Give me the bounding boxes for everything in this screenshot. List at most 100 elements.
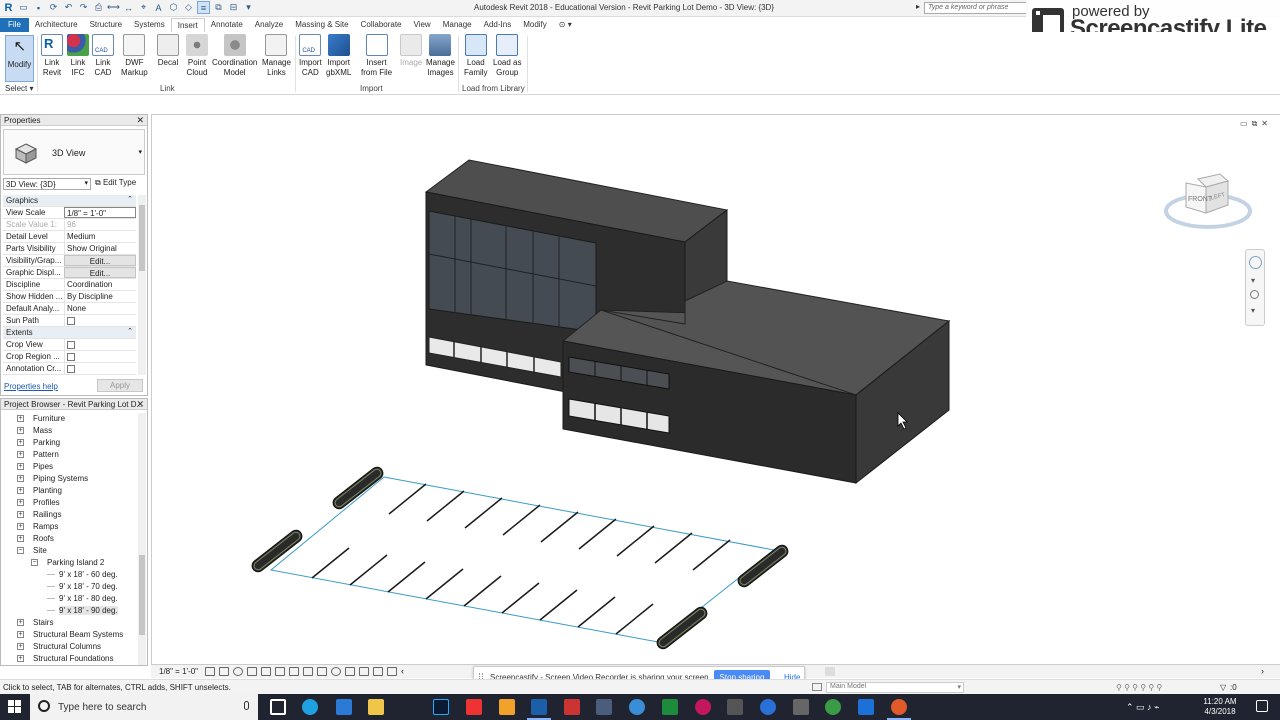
checkbox[interactable]	[67, 365, 75, 373]
highlight-displacement-icon[interactable]	[373, 667, 383, 676]
tab-collaborate[interactable]: Collaborate	[355, 18, 408, 32]
app-icon[interactable]	[629, 699, 645, 715]
type-selector[interactable]: 3D View ▾	[3, 129, 145, 175]
browser-item[interactable]: + Piping Systems	[3, 473, 136, 485]
tab-analyze[interactable]: Analyze	[249, 18, 289, 32]
tab-file[interactable]: File	[0, 18, 29, 32]
checkbox[interactable]	[67, 341, 75, 349]
notification-icon[interactable]	[1256, 700, 1268, 712]
windows-start-icon[interactable]	[8, 700, 22, 714]
close-icon[interactable]: ✕	[1261, 119, 1268, 129]
dimension-icon[interactable]: ↔	[122, 1, 135, 14]
edit-type-button[interactable]: ⧉ Edit Type	[95, 178, 136, 188]
app-icon[interactable]	[793, 699, 809, 715]
close-hidden-icon[interactable]: ⧉	[212, 1, 225, 14]
tab-annotate[interactable]: Annotate	[205, 18, 249, 32]
browser-scrollbar[interactable]	[138, 413, 146, 665]
import-gbxml-button[interactable]: Import gbXML	[326, 34, 351, 78]
open-icon[interactable]: ▭	[17, 1, 30, 14]
expand-icon[interactable]: +	[17, 631, 24, 638]
visual-style-icon[interactable]	[219, 667, 229, 676]
manage-links-button[interactable]: Manage Links	[262, 34, 291, 78]
show-crop-region-icon[interactable]	[289, 667, 299, 676]
property-section[interactable]: Extents ⌃	[3, 327, 136, 339]
image-button[interactable]: Image	[400, 34, 422, 68]
sync-icon[interactable]: ⟳	[47, 1, 60, 14]
zoom-icon[interactable]	[1250, 290, 1259, 299]
browser-item[interactable]: + Mass	[3, 425, 136, 437]
app-icon[interactable]	[695, 699, 711, 715]
property-checkbox-cell[interactable]	[64, 351, 136, 362]
property-checkbox-cell[interactable]	[64, 339, 136, 350]
close-icon[interactable]: ✕	[136, 115, 144, 125]
view-scale-button[interactable]: 1/8" = 1'-0"	[159, 667, 198, 676]
photoshop-icon[interactable]	[433, 699, 449, 715]
link-ifc-button[interactable]: Link IFC	[67, 34, 89, 78]
coordination-model-button[interactable]: Coordination Model	[212, 34, 257, 78]
browser-item[interactable]: + Structural Foundations	[3, 653, 136, 665]
load-family-button[interactable]: Load Family	[464, 34, 488, 78]
browser-item[interactable]: + Roofs	[3, 533, 136, 545]
save-icon[interactable]: ▪	[32, 1, 45, 14]
detail-level-icon[interactable]	[205, 667, 215, 676]
thin-lines-icon[interactable]: ≡	[197, 1, 210, 14]
horizontal-scroll-thumb[interactable]	[825, 667, 835, 676]
autocad-icon[interactable]	[564, 699, 580, 715]
expand-icon[interactable]: +	[17, 427, 24, 434]
revit-logo-icon[interactable]: R	[2, 1, 15, 14]
expand-icon[interactable]: +	[17, 475, 24, 482]
browser-item[interactable]: 9' x 18' - 60 deg.	[3, 569, 136, 581]
taskbar-clock[interactable]: 11:20 AM 4/3/2018	[1196, 697, 1244, 717]
insert-from-file-button[interactable]: Insert from File	[361, 34, 392, 78]
close-icon[interactable]: ✕	[136, 399, 144, 409]
collapse-icon[interactable]: −	[17, 547, 24, 554]
property-value[interactable]: None	[64, 303, 136, 314]
print-icon[interactable]: ⎙	[92, 1, 105, 14]
skype-icon[interactable]	[302, 699, 318, 715]
browser-item[interactable]: + Railings	[3, 509, 136, 521]
microphone-icon[interactable]	[244, 701, 249, 710]
chevron-right-icon[interactable]: ›	[1261, 666, 1264, 676]
analytical-model-icon[interactable]	[359, 667, 369, 676]
tab-view[interactable]: View	[408, 18, 437, 32]
tab-manage[interactable]: Manage	[437, 18, 478, 32]
text-icon[interactable]: A	[152, 1, 165, 14]
sun-path-icon[interactable]	[233, 667, 243, 676]
worksharing-display-icon[interactable]	[345, 667, 355, 676]
scrollbar-thumb[interactable]	[139, 555, 145, 635]
collapse-icon[interactable]: ⌃	[127, 195, 133, 203]
infocenter-expand-icon[interactable]: ▸	[916, 2, 920, 11]
property-value[interactable]: Coordination	[64, 279, 136, 290]
selection-options-icons[interactable]: ⚲ ⚲ ⚲ ⚲ ⚲ ⚲	[1116, 683, 1162, 692]
chrome-icon[interactable]	[887, 699, 911, 720]
app-icon[interactable]	[727, 699, 743, 715]
browser-item[interactable]: + Ramps	[3, 521, 136, 533]
manage-images-button[interactable]: Manage Images	[426, 34, 455, 78]
expand-icon[interactable]: +	[17, 415, 24, 422]
checkbox[interactable]	[67, 353, 75, 361]
decal-button[interactable]: Decal	[157, 34, 179, 68]
steering-wheel-icon[interactable]	[1249, 256, 1262, 269]
browser-item[interactable]: + Planting	[3, 485, 136, 497]
expand-icon[interactable]: +	[17, 487, 24, 494]
property-value[interactable]: Show Original	[64, 243, 136, 254]
browser-item[interactable]: + Structural Columns	[3, 641, 136, 653]
reveal-hidden-icon[interactable]	[331, 667, 341, 676]
expand-icon[interactable]: +	[17, 523, 24, 530]
3d-viewport[interactable]: ▭ ⧉ ✕ FRONT LEFT ▾ ▾	[151, 114, 1280, 666]
switch-windows-icon[interactable]: ⊟	[227, 1, 240, 14]
file-explorer-icon[interactable]	[368, 699, 384, 715]
collapse-icon[interactable]: ⌃	[127, 327, 133, 335]
shadows-icon[interactable]	[247, 667, 257, 676]
main-model-dropdown[interactable]: Main Model ▾	[826, 682, 964, 693]
chevron-down-icon[interactable]: ▾	[1251, 276, 1255, 285]
expand-icon[interactable]: +	[17, 463, 24, 470]
link-revit-button[interactable]: LinkRevit	[41, 34, 63, 78]
edit-button[interactable]: Edit...	[64, 267, 136, 278]
expand-icon[interactable]: +	[17, 619, 24, 626]
link-cad-button[interactable]: LinkCAD	[92, 34, 114, 78]
property-value[interactable]: By Discipline	[64, 291, 136, 302]
edit-button[interactable]: Edit...	[64, 255, 136, 266]
expand-icon[interactable]: +	[17, 643, 24, 650]
section-icon[interactable]: ◇	[182, 1, 195, 14]
